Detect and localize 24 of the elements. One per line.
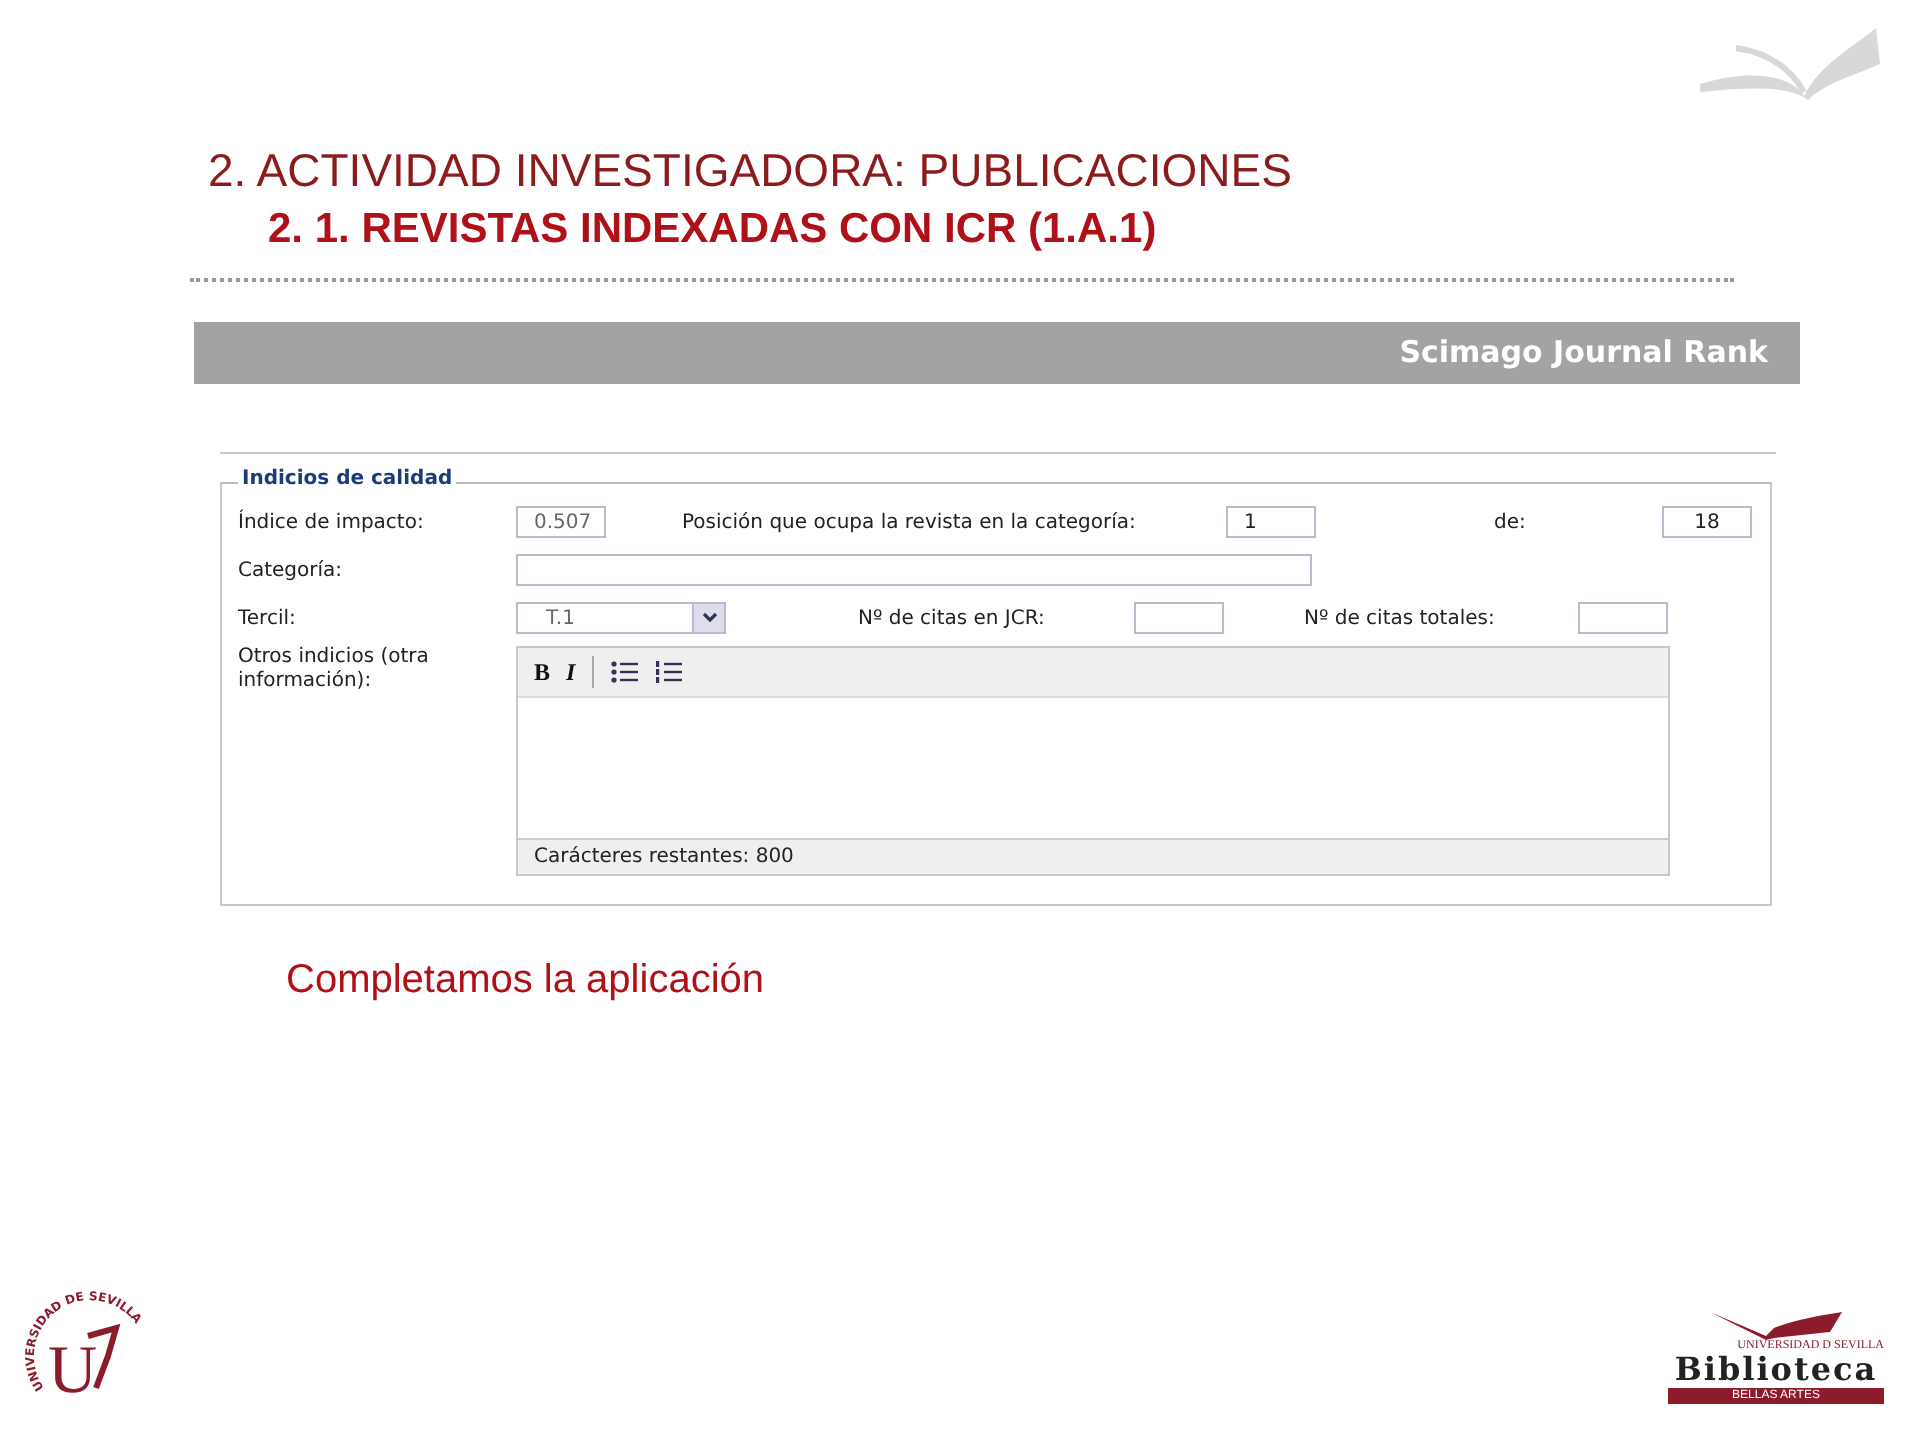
slide-title: 2. ACTIVIDAD INVESTIGADORA: PUBLICACIONES [208,144,1294,196]
field-label: Nº de citas totales: [1304,607,1497,629]
input-field[interactable]: 1 [1226,506,1316,538]
slide-subtitle: 2. 1. REVISTAS INDEXADAS CON ICR (1.A.1) [268,204,1159,256]
bold-button[interactable]: B [534,657,551,687]
field-label: Categoría: [238,559,345,581]
fieldset-legend: Indicios de calidad [238,468,457,490]
logo-text: Biblioteca [1674,1352,1878,1388]
field-label: de: [1494,511,1528,533]
field-label: Tercil: [238,607,298,629]
input-field[interactable]: 0.507 [516,506,606,538]
italic-button[interactable]: I [566,657,576,687]
bulleted-list-icon[interactable] [609,660,638,684]
chevron-down-icon [701,612,717,624]
input-field[interactable]: 18 [1662,506,1752,538]
tercil-dropdown[interactable]: T.1 [516,602,726,634]
characters-remaining: Carácteres restantes: 800 [518,838,1668,874]
numbered-list-icon[interactable] [653,660,682,684]
scimago-banner: Scimago Journal Rank [194,322,1800,384]
field-label: Posición que ocupa la revista en la categoría: [682,511,1138,533]
field-label: Nº de citas en JCR: [858,607,1047,629]
field-label: Índice de impacto: [238,511,426,533]
field-label: Otros indicios (otra información): [238,646,431,694]
slide-caption: Completamos la aplicación [286,958,767,1004]
